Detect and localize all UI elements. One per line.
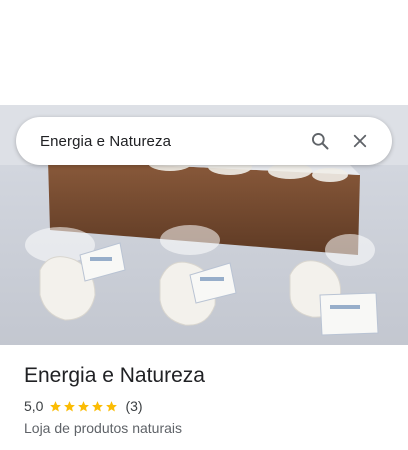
place-category[interactable]: Loja de produtos naturais <box>24 420 384 436</box>
rating-stars <box>49 400 119 413</box>
star-icon <box>64 400 76 411</box>
rating-row[interactable]: 5,0 (3) <box>24 398 384 414</box>
star-icon <box>50 400 62 411</box>
review-count[interactable]: (3) <box>125 398 142 414</box>
place-info: Energia e Natureza 5,0 (3) Loja de produ… <box>24 362 384 436</box>
search-button[interactable] <box>300 121 340 161</box>
rating-value: 5,0 <box>24 398 44 414</box>
star-icon <box>106 400 118 411</box>
search-input[interactable]: Energia e Natureza <box>40 133 300 150</box>
star-icon <box>78 400 90 411</box>
close-icon <box>353 134 367 148</box>
search-bar[interactable]: Energia e Natureza <box>16 117 392 165</box>
close-button[interactable] <box>340 121 380 161</box>
star-icon <box>92 400 104 411</box>
place-title: Energia e Natureza <box>24 364 205 387</box>
search-icon <box>312 133 329 150</box>
